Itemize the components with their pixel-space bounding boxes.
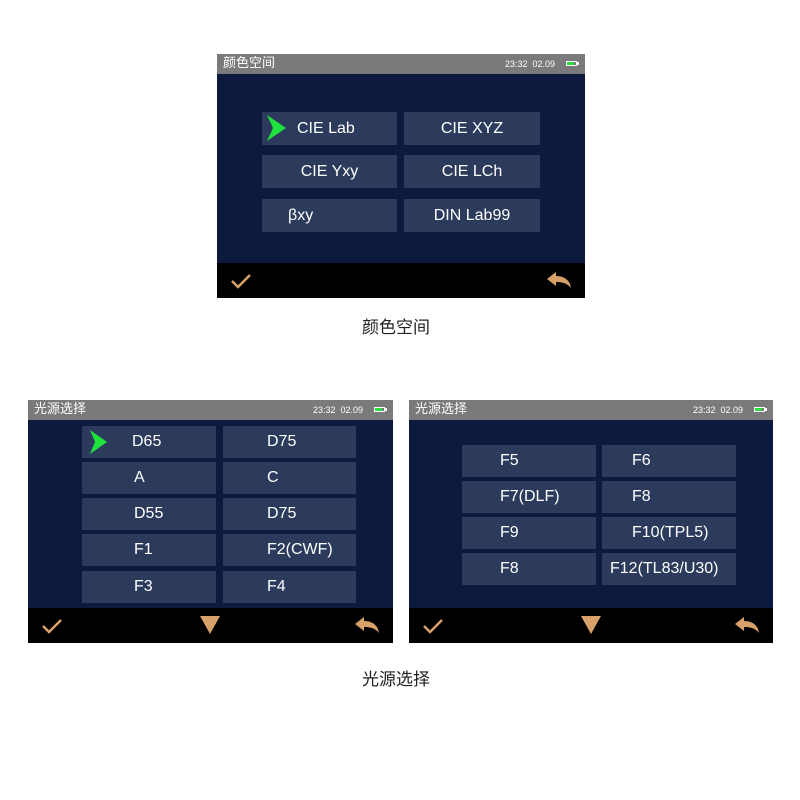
title-bar: 光源选择 23:32 02.09	[28, 400, 393, 420]
title-bar: 颜色空间 23:32 02.09	[217, 54, 585, 74]
option-f10-tpl5[interactable]: F10(TPL5)	[602, 517, 736, 549]
option-f4[interactable]: F4	[223, 571, 356, 603]
option-label: CIE Lab	[297, 119, 355, 137]
option-cie-yxy[interactable]: CIE Yxy	[262, 155, 397, 188]
title-bar: 光源选择 23:32 02.09	[409, 400, 773, 420]
option-label: F12(TL83/U30)	[610, 560, 719, 577]
option-f5[interactable]: F5	[462, 445, 596, 477]
down-triangle-icon[interactable]	[581, 616, 601, 634]
option-f12-tl83-u30[interactable]: F12(TL83/U30)	[602, 553, 736, 585]
back-arrow-icon[interactable]	[354, 616, 380, 634]
battery-icon	[374, 407, 387, 412]
option-d55[interactable]: D55	[82, 498, 216, 530]
option-f8[interactable]: F8	[602, 481, 736, 513]
bottom-bar	[217, 263, 585, 298]
checkmark-icon[interactable]	[422, 618, 444, 634]
option-label: F7(DLF)	[500, 488, 560, 505]
back-arrow-icon[interactable]	[734, 616, 760, 634]
option-c[interactable]: C	[223, 462, 356, 494]
option-label: D75	[267, 433, 297, 450]
battery-icon	[754, 407, 767, 412]
caption-color-space: 颜色空间	[362, 318, 430, 338]
option-cie-lch[interactable]: CIE LCh	[404, 155, 540, 188]
caption-illuminant: 光源选择	[362, 670, 430, 690]
option-label: CIE Yxy	[300, 162, 359, 180]
option-f6[interactable]: F6	[602, 445, 736, 477]
screen-title: 颜色空间	[223, 56, 276, 71]
option-f9[interactable]: F9	[462, 517, 596, 549]
option-label: F9	[500, 524, 519, 541]
bottom-bar	[28, 608, 393, 643]
option-label: D65	[132, 433, 162, 450]
back-arrow-icon[interactable]	[546, 271, 572, 289]
screen-title: 光源选择	[415, 402, 468, 417]
down-triangle-icon[interactable]	[200, 616, 220, 634]
option-f8-2[interactable]: F8	[462, 553, 596, 585]
option-beta-xy[interactable]: βxy	[262, 199, 397, 232]
option-label: A	[134, 469, 145, 486]
battery-icon	[566, 61, 579, 66]
option-f1[interactable]: F1	[82, 534, 216, 566]
option-f2-cwf[interactable]: F2(CWF)	[223, 534, 356, 566]
status-time: 23:32 02.09	[504, 59, 555, 69]
status-time: 23:32 02.09	[312, 405, 363, 415]
option-cie-xyz[interactable]: CIE XYZ	[404, 112, 540, 145]
option-d65[interactable]: D65	[82, 426, 216, 458]
color-space-screen: 颜色空间 23:32 02.09 CIE Lab CIE XYZ CIE Yxy…	[217, 54, 585, 298]
screen-title: 光源选择	[34, 402, 87, 417]
option-f3[interactable]: F3	[82, 571, 216, 603]
option-label: F10(TPL5)	[632, 524, 709, 541]
option-label: βxy	[288, 206, 314, 224]
option-label: CIE LCh	[441, 162, 503, 180]
status-time: 23:32 02.09	[692, 405, 743, 415]
option-d75-2[interactable]: D75	[223, 498, 356, 530]
option-din-lab99[interactable]: DIN Lab99	[404, 199, 540, 232]
option-f7-dlf[interactable]: F7(DLF)	[462, 481, 596, 513]
selection-arrow-icon	[90, 430, 107, 454]
illuminant-screen-page-2: 光源选择 23:32 02.09 F5 F6 F7(DLF) F8 F9 F10…	[409, 400, 773, 643]
checkmark-icon[interactable]	[41, 618, 63, 634]
option-d75[interactable]: D75	[223, 426, 356, 458]
option-label: F3	[134, 578, 153, 595]
option-label: D55	[134, 505, 164, 522]
illuminant-screen-page-1: 光源选择 23:32 02.09 D65 D75 A C D55 D75 F1 …	[28, 400, 393, 643]
option-label: F1	[134, 541, 153, 558]
checkmark-icon[interactable]	[230, 273, 252, 289]
bottom-bar	[409, 608, 773, 643]
option-label: C	[267, 469, 279, 486]
option-a[interactable]: A	[82, 462, 216, 494]
option-label: DIN Lab99	[433, 206, 511, 224]
option-label: D75	[267, 505, 297, 522]
option-label: F8	[632, 488, 651, 505]
selection-arrow-icon	[267, 115, 286, 141]
option-cie-lab[interactable]: CIE Lab	[262, 112, 397, 145]
option-label: F4	[267, 578, 286, 595]
option-label: F6	[632, 452, 651, 469]
option-label: F5	[500, 452, 519, 469]
option-label: F8	[500, 560, 519, 577]
option-label: CIE XYZ	[440, 119, 504, 137]
option-label: F2(CWF)	[267, 541, 333, 558]
